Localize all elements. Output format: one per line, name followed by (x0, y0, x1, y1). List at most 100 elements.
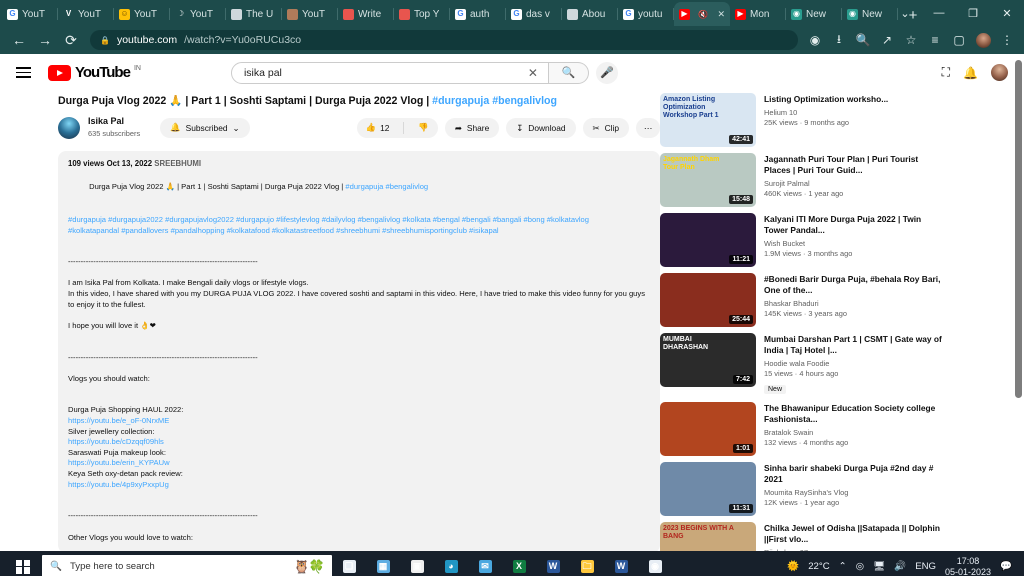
video-description[interactable]: 109 views Oct 13, 2022 SREEBHUMI Durga P… (58, 151, 660, 551)
create-video-icon[interactable]: ⛶ (942, 65, 950, 80)
chrome-menu-icon[interactable]: ⋮ (996, 29, 1018, 51)
video-title-hashtags[interactable]: #durgapuja #bengalivlog (432, 95, 557, 107)
browser-tab[interactable]: Gyoutu (618, 2, 674, 26)
side-panel-icon[interactable]: ▢ (948, 29, 970, 51)
account-avatar[interactable] (991, 64, 1008, 81)
video-channel-name[interactable]: Wish Bucket (764, 239, 946, 248)
video-title[interactable]: Sinha barir shabeki Durga Puja #2nd day … (764, 463, 946, 485)
notifications-bell-icon[interactable]: 🔔 (963, 66, 978, 80)
video-title[interactable]: Kalyani ITI More Durga Puja 2022 | Twin … (764, 214, 946, 236)
description-title-hashtags[interactable]: #durgapuja #bengalivlog (345, 182, 428, 191)
reading-list-icon[interactable]: ≡ (924, 29, 946, 51)
video-channel-name[interactable]: Surojit Palmal (764, 179, 946, 188)
recommended-video-item[interactable]: 1:01 The Bhawanipur Education Society col… (660, 402, 960, 456)
bookmark-star-icon[interactable]: ☆ (900, 29, 922, 51)
excel-icon[interactable]: X (502, 551, 536, 576)
video-title[interactable]: Mumbai Darshan Part 1 | CSMT | Gate way … (764, 334, 946, 356)
video-title[interactable]: #Bonedi Barir Durga Puja, #behala Roy Ba… (764, 274, 946, 296)
tab-search-button[interactable]: ⌄ (888, 0, 922, 26)
start-button[interactable] (6, 560, 40, 574)
more-actions-button[interactable]: ⋯ (636, 118, 660, 138)
recommended-video-item[interactable]: Jagannath Dham Tour Plan15:48 Jagannath P… (660, 153, 960, 207)
search-input[interactable]: isika pal ✕ (231, 62, 549, 84)
webcam-icon[interactable]: ◎ (856, 561, 864, 572)
video-thumbnail[interactable]: Jagannath Dham Tour Plan15:48 (660, 153, 756, 207)
browser-tab[interactable]: ▶Mon (730, 2, 786, 26)
browser-tab[interactable]: GYouT (2, 2, 58, 26)
recommended-video-item[interactable]: 11:31 Sinha barir shabeki Durga Puja #2nd… (660, 462, 960, 516)
hashtag-line-2[interactable]: #kolkatapandal #pandallovers #pandalhopp… (68, 225, 650, 236)
video-thumbnail[interactable]: 11:31 (660, 462, 756, 516)
browser-tab[interactable]: ☺YouT (114, 2, 170, 26)
video-thumbnail[interactable]: 1:01 (660, 402, 756, 456)
dislike-button[interactable]: 👎 (409, 118, 437, 138)
browser-tab[interactable]: ☽YouT (170, 2, 226, 26)
video-channel-name[interactable]: Helium 10 (764, 108, 946, 117)
profile-avatar[interactable] (972, 29, 994, 51)
browser-tab[interactable]: ▶🔇✕ (674, 2, 730, 26)
browser-tab[interactable]: Gdas v (506, 2, 562, 26)
description-link-url[interactable]: https://youtu.be/4p9xyPxxpUg (68, 480, 650, 491)
description-link-url[interactable]: https://youtu.be/e_oF-0NrxME (68, 416, 650, 427)
recommended-video-item[interactable]: 25:44#Bonedi Barir Durga Puja, #behala R… (660, 273, 960, 327)
browser-tab[interactable]: ◉New (786, 2, 842, 26)
browser-tab[interactable]: Top Y (394, 2, 450, 26)
task-view-icon[interactable]: ❑ (332, 551, 366, 576)
browser-tab[interactable]: VYouT (58, 2, 114, 26)
download-button[interactable]: ↧ Download (506, 118, 575, 138)
back-icon[interactable]: ← (6, 28, 32, 52)
close-window-button[interactable]: ✕ (990, 0, 1024, 26)
edge-icon[interactable]: ◕ (434, 551, 468, 576)
like-button[interactable]: 👍 12 (357, 118, 399, 138)
volume-icon[interactable]: 🔊 (894, 561, 906, 572)
search-button[interactable]: 🔍 (549, 62, 589, 84)
video-title[interactable]: Chilka Jewel of Odisha ||Satapada || Dol… (764, 523, 946, 545)
weather-temperature[interactable]: 22°C (808, 561, 829, 572)
description-link-url[interactable]: https://youtu.be/cDzqqf09hls (68, 437, 650, 448)
language-indicator[interactable]: ENG (915, 561, 936, 572)
close-icon[interactable]: ✕ (524, 66, 542, 80)
downloads-icon[interactable]: ⭳ (828, 29, 850, 51)
recommended-video-item[interactable]: MUMBAI DHARASHAN7:42 Mumbai Darshan Part … (660, 333, 960, 396)
guide-menu-icon[interactable] (12, 67, 34, 78)
microsoft-store-icon[interactable]: ▣ (400, 551, 434, 576)
clock[interactable]: 17:08 05-01-2023 (945, 556, 991, 576)
reload-icon[interactable]: ⟳ (58, 28, 84, 52)
video-thumbnail[interactable]: Amazon Listing Optimization Workshop Par… (660, 93, 756, 147)
browser-tab[interactable]: YouT (282, 2, 338, 26)
location-tag[interactable]: SREEBHUMI (154, 159, 201, 168)
video-title[interactable]: Jagannath Puri Tour Plan | Puri Tourist … (764, 154, 946, 176)
youtube-logo[interactable]: YouTube IN (48, 65, 141, 81)
share-button[interactable]: ➦ Share (445, 118, 499, 138)
video-title[interactable]: The Bhawanipur Education Society college… (764, 403, 946, 425)
video-channel-name[interactable]: Moumita RaySinha's Vlog (764, 488, 946, 497)
tab-mute-icon[interactable]: 🔇 (698, 10, 708, 19)
browser-tab[interactable]: The U (226, 2, 282, 26)
channel-name[interactable]: Isika Pal (88, 116, 140, 126)
subscribed-button[interactable]: 🔔 Subscribed ⌄ (160, 118, 249, 138)
address-bar[interactable]: 🔒 youtube.com/watch?v=Yu0oRUCu3co (90, 30, 798, 50)
tab-close-icon[interactable]: ✕ (717, 9, 725, 20)
mail-icon[interactable]: ✉ (468, 551, 502, 576)
calculator-icon[interactable]: ▦ (366, 551, 400, 576)
word-doc-icon[interactable]: W (604, 551, 638, 576)
recommended-video-item[interactable]: 11:21Kalyani ITI More Durga Puja 2022 | … (660, 213, 960, 267)
recommended-video-item[interactable]: 2023 BEGINS WITH A BANG Chilka Jewel of O… (660, 522, 960, 551)
browser-tab[interactable]: Write (338, 2, 394, 26)
description-link-url[interactable]: https://youtu.be/erin_KYPAUw (68, 458, 650, 469)
minimize-button[interactable]: — (922, 0, 956, 26)
video-channel-name[interactable]: Hoodie wala Foodie (764, 359, 946, 368)
network-icon[interactable]: 🖥 (873, 561, 885, 572)
video-channel-name[interactable]: Rijul vlogs 07 (764, 548, 946, 551)
video-thumbnail[interactable]: 2023 BEGINS WITH A BANG (660, 522, 756, 551)
forward-icon[interactable]: → (32, 28, 58, 52)
video-channel-name[interactable]: Bhaskar Bhaduri (764, 299, 946, 308)
zoom-search-icon[interactable]: 🔍 (852, 29, 874, 51)
avatar[interactable] (58, 117, 80, 139)
maximize-button[interactable]: ❐ (956, 0, 990, 26)
browser-tab[interactable]: Abou (562, 2, 618, 26)
video-title[interactable]: Listing Optimization worksho... (764, 94, 946, 105)
video-channel-name[interactable]: Bratalok Swain (764, 428, 946, 437)
share-icon[interactable]: ↗ (876, 29, 898, 51)
video-thumbnail[interactable]: MUMBAI DHARASHAN7:42 (660, 333, 756, 387)
